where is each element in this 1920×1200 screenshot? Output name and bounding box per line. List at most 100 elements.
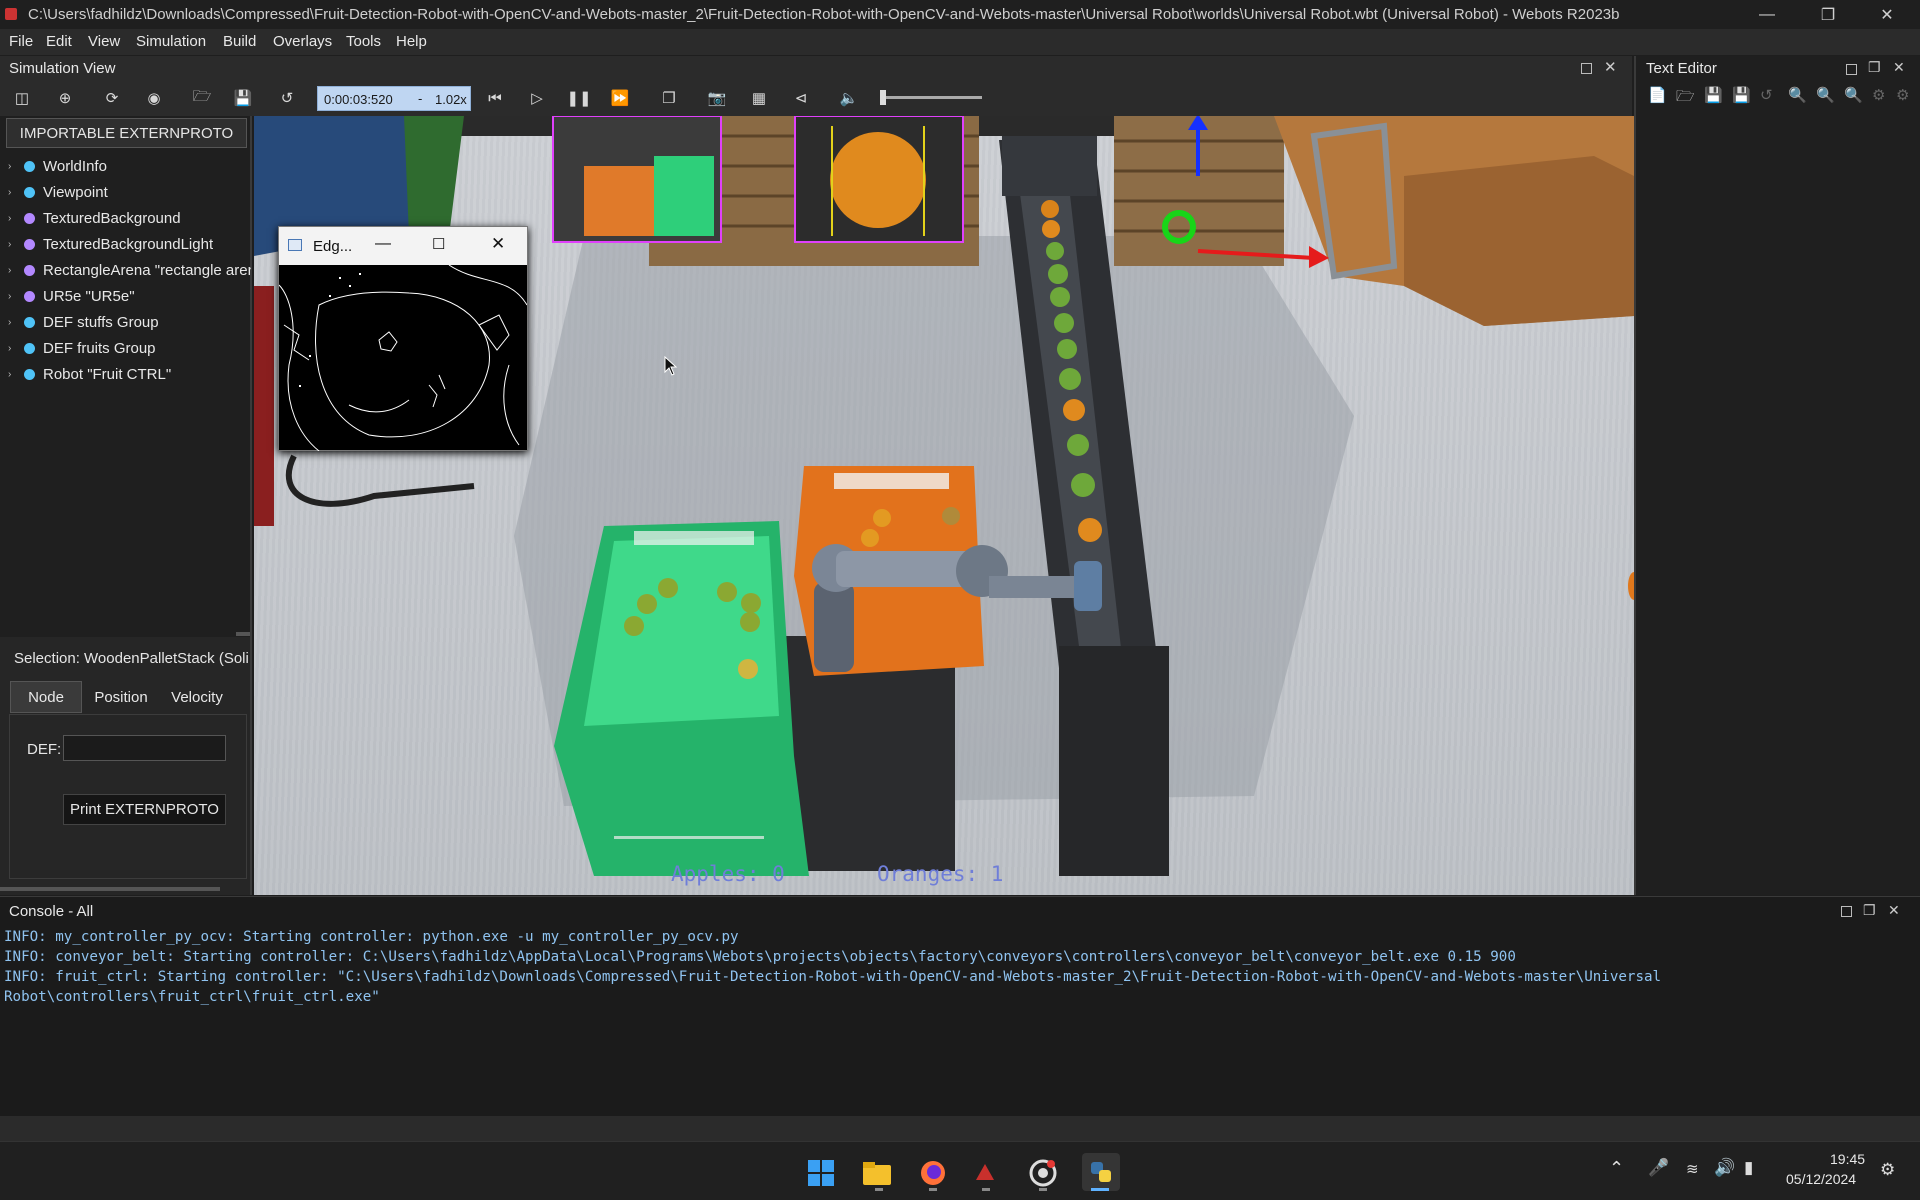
notifications-icon[interactable]: ⚙ <box>1880 1160 1895 1180</box>
print-externproto-button[interactable]: Print EXTERNPROTO <box>63 794 226 825</box>
scene-tree-node[interactable]: › UR5e "UR5e" <box>8 285 135 307</box>
open-folder-icon[interactable]: 🗁 <box>192 88 212 108</box>
expand-arrow-icon[interactable]: › <box>8 343 20 354</box>
console-restore-icon[interactable]: ❐ <box>1863 902 1876 919</box>
menu-bar: File Edit View Simulation Build Overlays… <box>0 29 1920 55</box>
scene-tree-node[interactable]: › WorldInfo <box>8 155 107 177</box>
scene-tree-node[interactable]: › Viewpoint <box>8 181 108 203</box>
clock-time[interactable]: 19:45 <box>1830 1151 1865 1167</box>
menu-tools[interactable]: Tools <box>346 33 381 50</box>
chrome-icon[interactable] <box>1028 1158 1058 1188</box>
clock-date[interactable]: 05/12/2024 <box>1786 1171 1856 1187</box>
tab-position[interactable]: Position <box>84 681 158 713</box>
node-type-icon <box>24 342 35 354</box>
float-panel-icon[interactable] <box>1581 63 1592 74</box>
restore-window-button[interactable]: ❐ <box>1805 0 1851 29</box>
scene-tree-node[interactable]: › TexturedBackgroundLight <box>8 233 213 255</box>
console-float-icon[interactable] <box>1841 906 1852 917</box>
firefox-icon[interactable] <box>918 1158 948 1188</box>
menu-build[interactable]: Build <box>223 33 256 50</box>
volume-icon[interactable]: 🔊 <box>1714 1158 1735 1178</box>
menu-overlays[interactable]: Overlays <box>273 33 332 50</box>
webots-taskbar-icon[interactable] <box>970 1158 1000 1188</box>
menu-simulation[interactable]: Simulation <box>136 33 206 50</box>
expand-arrow-icon[interactable]: › <box>8 291 20 302</box>
play-icon[interactable]: ▷ <box>527 88 547 108</box>
scene-tree-node[interactable]: › RectangleArena "rectangle aren <box>8 259 251 281</box>
close-window-button[interactable]: ✕ <box>1864 0 1910 29</box>
text-editor-restore-icon[interactable]: ❐ <box>1868 59 1881 76</box>
microphone-icon[interactable]: 🎤 <box>1648 1158 1669 1178</box>
edge-detection-window[interactable]: Edg... — ☐ ✕ <box>278 226 528 451</box>
text-editor-float-icon[interactable] <box>1846 64 1857 75</box>
volume-slider-handle[interactable] <box>880 90 886 105</box>
scene-tree-node[interactable]: › Robot "Fruit CTRL" <box>8 363 171 385</box>
menu-edit[interactable]: Edit <box>46 33 72 50</box>
new-file-icon[interactable]: 📄 <box>1648 86 1667 104</box>
expand-arrow-icon[interactable]: › <box>8 239 20 250</box>
step-back-icon[interactable]: ⏮ <box>485 88 505 108</box>
text-editor-panel: Text Editor ❐ ✕ 📄 🗁 💾 💾 ↺ 🔍 🔍 🔍 ⚙ ⚙ <box>1634 56 1920 895</box>
expand-arrow-icon[interactable]: › <box>8 187 20 198</box>
add-node-icon[interactable]: ⊕ <box>55 88 75 108</box>
def-input[interactable] <box>63 735 226 761</box>
reset-simulation-icon[interactable]: ↺ <box>277 88 297 108</box>
share-icon[interactable]: ⊲ <box>791 88 811 108</box>
view-eye-icon[interactable]: ◉ <box>144 88 164 108</box>
tab-node[interactable]: Node <box>10 681 82 713</box>
text-editor-title: Text Editor <box>1646 60 1717 77</box>
scene-tree-node[interactable]: › DEF stuffs Group <box>8 311 159 333</box>
importable-externproto-button[interactable]: IMPORTABLE EXTERNPROTO <box>6 118 247 148</box>
tab-velocity[interactable]: Velocity <box>160 681 234 713</box>
close-panel-icon[interactable]: ✕ <box>1604 58 1617 76</box>
file-explorer-icon[interactable] <box>862 1158 892 1188</box>
simulation-time-display: 0:00:03:520 - 1.02x <box>317 86 471 111</box>
reload-world-icon[interactable]: ⟳ <box>102 88 122 108</box>
pause-icon[interactable]: ❚❚ <box>566 88 591 108</box>
save-icon[interactable]: 💾 <box>233 88 253 108</box>
taskbar <box>0 1141 1920 1200</box>
node-type-icon <box>24 368 35 380</box>
text-editor-close-icon[interactable]: ✕ <box>1893 59 1905 76</box>
edge-window-titlebar[interactable]: Edg... — ☐ ✕ <box>279 227 527 265</box>
expand-arrow-icon[interactable]: › <box>8 265 20 276</box>
fast-forward-icon[interactable]: ⏩ <box>610 88 630 108</box>
node-type-icon <box>24 160 35 172</box>
rendering-toggle-icon[interactable]: ❐ <box>659 88 679 108</box>
battery-icon[interactable]: ▮ <box>1744 1158 1753 1178</box>
screenshot-camera-icon[interactable]: 📷 <box>707 88 727 108</box>
menu-view[interactable]: View <box>88 33 120 50</box>
toggle-scene-tree-icon[interactable]: ◫ <box>12 88 32 108</box>
edge-detection-image <box>279 265 527 451</box>
python-taskbar-icon[interactable] <box>1082 1153 1120 1191</box>
scene-tree-node-label: DEF fruits Group <box>43 339 156 357</box>
edge-maximize-button[interactable]: ☐ <box>432 235 445 253</box>
menu-file[interactable]: File <box>9 33 33 50</box>
windows-start-icon[interactable] <box>806 1158 836 1188</box>
selection-scrollbar[interactable] <box>0 887 220 891</box>
edge-window-title: Edg... <box>313 238 353 255</box>
minimize-window-button[interactable]: — <box>1744 0 1790 29</box>
volume-slider[interactable] <box>880 90 982 105</box>
scene-tree-node[interactable]: › DEF fruits Group <box>8 337 156 359</box>
scene-tree-node[interactable]: › TexturedBackground <box>8 207 181 229</box>
expand-arrow-icon[interactable]: › <box>8 317 20 328</box>
menu-help[interactable]: Help <box>396 33 427 50</box>
red-extinguisher <box>254 286 274 526</box>
edge-close-button[interactable]: ✕ <box>491 234 505 254</box>
scene-tree-node-label: DEF stuffs Group <box>43 313 159 331</box>
open-file-icon[interactable]: 🗁 <box>1676 86 1695 111</box>
expand-arrow-icon[interactable]: › <box>8 213 20 224</box>
show-hidden-icons-icon[interactable]: ⌃ <box>1609 1158 1624 1179</box>
scene-tree-scrollbar[interactable] <box>236 632 250 636</box>
expand-arrow-icon[interactable]: › <box>8 161 20 172</box>
console-close-icon[interactable]: ✕ <box>1888 902 1900 919</box>
apples-counter: Apples: 0 <box>671 862 785 886</box>
find-icon[interactable]: 🔍 <box>1788 86 1807 104</box>
edge-minimize-button[interactable]: — <box>375 235 391 253</box>
def-label: DEF: <box>27 741 62 758</box>
mute-speaker-icon[interactable]: 🔈 <box>839 88 859 108</box>
record-movie-icon[interactable]: ▦ <box>749 88 769 108</box>
wifi-icon[interactable]: ≋ <box>1686 1160 1699 1178</box>
expand-arrow-icon[interactable]: › <box>8 369 20 380</box>
